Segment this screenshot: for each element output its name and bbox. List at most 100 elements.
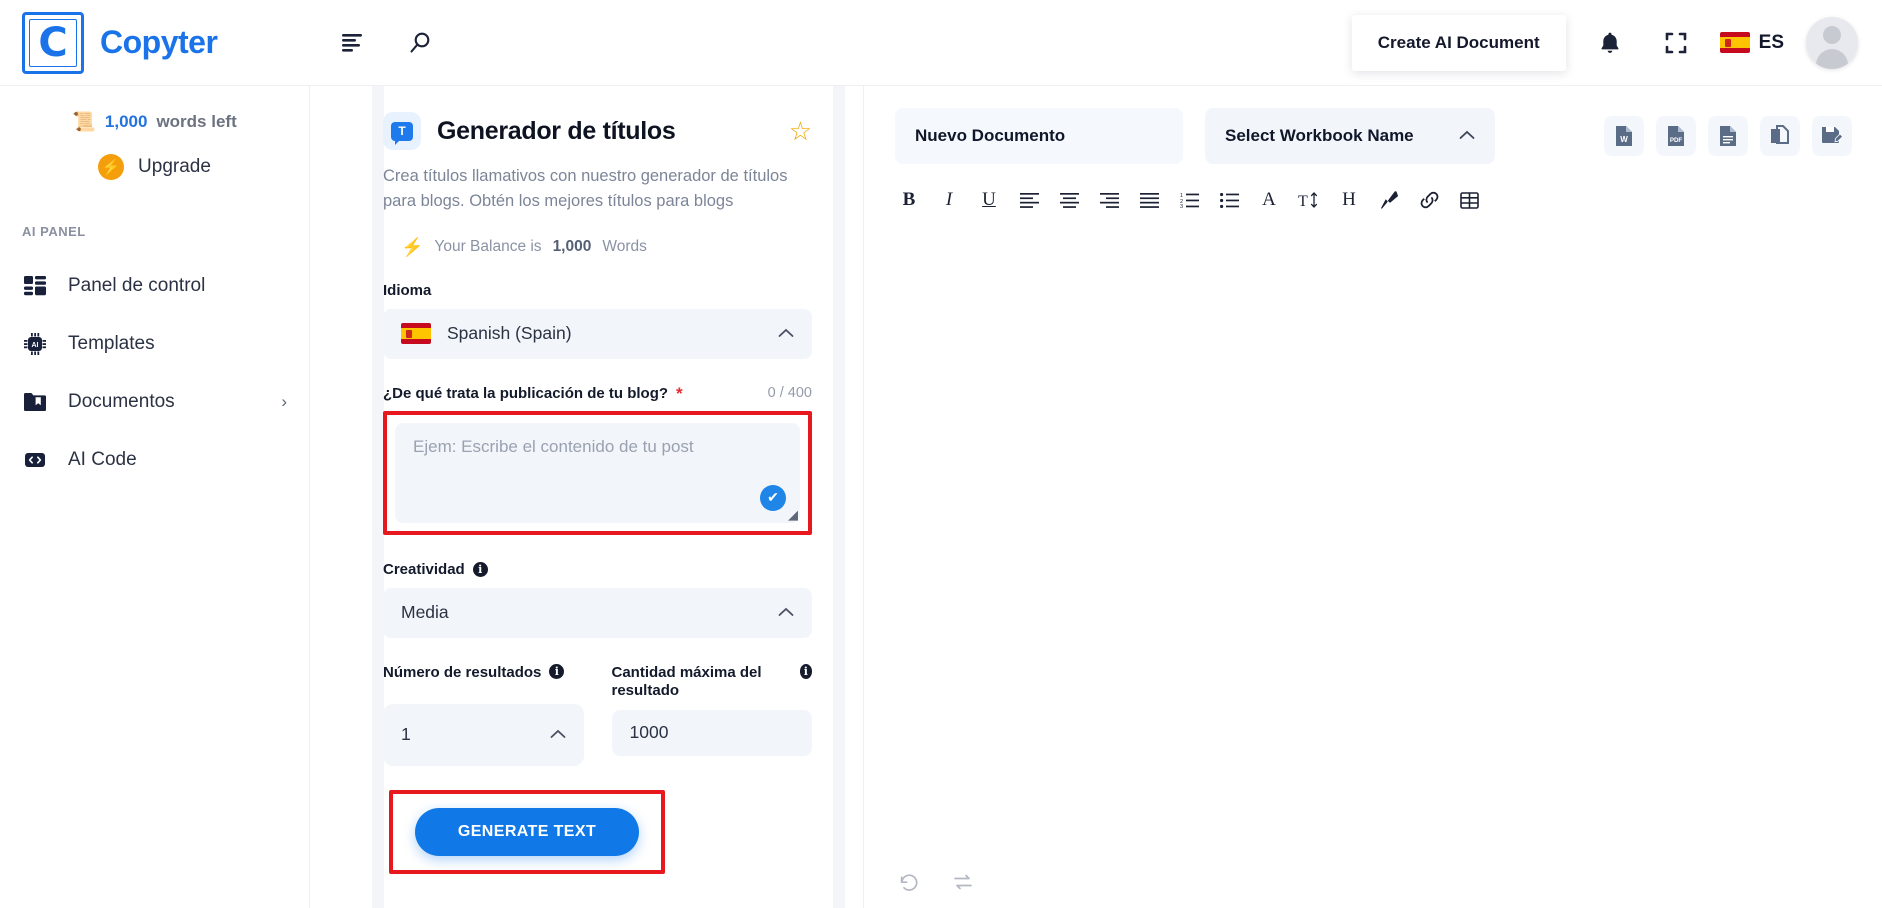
- num-results-value: 1: [401, 724, 411, 744]
- underline-icon[interactable]: U: [969, 182, 1009, 218]
- max-amount-input[interactable]: 1000: [611, 709, 812, 756]
- export-pdf-icon[interactable]: PDF: [1656, 116, 1696, 156]
- unordered-list-icon[interactable]: [1209, 182, 1249, 218]
- sidebar-nav: Panel de control AI Templates Documentos…: [0, 257, 309, 489]
- bell-icon[interactable]: [1588, 21, 1632, 65]
- align-justify-icon[interactable]: [1129, 182, 1169, 218]
- avatar[interactable]: [1806, 16, 1858, 69]
- sidebar-item-label: Templates: [68, 333, 155, 354]
- svg-text:W: W: [1620, 135, 1628, 144]
- num-results-select[interactable]: 1: [383, 703, 584, 766]
- document-editor-panel: Nuevo Documento Select Workbook Name W P…: [833, 86, 1882, 908]
- document-name-input[interactable]: Nuevo Documento: [895, 108, 1183, 164]
- undo-icon[interactable]: [895, 868, 923, 896]
- sidebar-item-templates[interactable]: AI Templates: [0, 315, 309, 373]
- create-ai-document-button[interactable]: Create AI Document: [1351, 14, 1566, 71]
- prompt-highlight-box: Ejem: Escribe el contenido de tu post ✔ …: [383, 410, 812, 535]
- prompt-char-counter: 0 / 400: [767, 385, 812, 401]
- template-form: T Generador de títulos ☆ Crea títulos ll…: [311, 86, 852, 874]
- upgrade-button[interactable]: ⚡ Upgrade: [0, 154, 309, 180]
- folder-bookmark-icon: [22, 389, 48, 415]
- creativity-select[interactable]: Media: [383, 587, 812, 638]
- copy-document-icon[interactable]: [1760, 116, 1800, 156]
- language-select[interactable]: Spanish (Spain): [383, 308, 812, 359]
- brand-mark-icon: C: [22, 11, 84, 74]
- export-word-icon[interactable]: W: [1604, 116, 1644, 156]
- prompt-label-text: ¿De qué trata la publicación de tu blog?: [383, 384, 669, 402]
- spain-flag-icon: [401, 323, 431, 344]
- ordered-list-icon[interactable]: 1 2 3: [1169, 182, 1209, 218]
- sidebar-item-label: AI Code: [68, 449, 137, 470]
- generate-text-button[interactable]: GENERATE TEXT: [415, 807, 639, 856]
- app-root: C Copyter Create AI Document ES 📜 1,000 …: [0, 0, 1882, 908]
- svg-text:PDF: PDF: [1670, 137, 1683, 144]
- brand-logo[interactable]: C Copyter: [0, 11, 310, 74]
- dashboard-icon: [22, 273, 48, 299]
- max-amount-value: 1000: [629, 722, 669, 742]
- language-selector[interactable]: ES: [1719, 31, 1784, 54]
- info-icon[interactable]: i: [799, 663, 812, 679]
- info-icon[interactable]: i: [549, 663, 565, 679]
- template-header: T Generador de títulos ☆: [383, 112, 812, 150]
- prompt-textarea[interactable]: Ejem: Escribe el contenido de tu post ✔ …: [395, 422, 800, 523]
- prompt-field-label: ¿De qué trata la publicación de tu blog?…: [383, 385, 812, 402]
- chevron-up-icon[interactable]: [778, 326, 794, 342]
- language-code: ES: [1758, 31, 1784, 53]
- top-header: C Copyter Create AI Document ES: [0, 0, 1882, 86]
- editor-content-area[interactable]: [865, 218, 1882, 818]
- balance-prefix: Your Balance is: [434, 237, 542, 255]
- ai-chip-icon: AI: [22, 331, 48, 357]
- sidebar-item-panel-de-control[interactable]: Panel de control: [0, 257, 309, 315]
- align-center-icon[interactable]: [1049, 182, 1089, 218]
- brand-name: Copyter: [100, 24, 218, 60]
- redo-icon[interactable]: [949, 868, 977, 896]
- chevron-up-icon[interactable]: [550, 727, 566, 743]
- font-size-icon[interactable]: T: [1289, 182, 1329, 218]
- bold-icon[interactable]: B: [889, 182, 929, 218]
- workbook-select[interactable]: Select Workbook Name: [1205, 108, 1495, 164]
- sidebar-item-ai-code[interactable]: AI Code: [0, 431, 309, 489]
- export-text-icon[interactable]: [1708, 116, 1748, 156]
- prompt-placeholder: Ejem: Escribe el contenido de tu post: [413, 436, 694, 456]
- num-results-field-label: Número de resultados i: [383, 663, 584, 704]
- language-select-value: Spanish (Spain): [447, 323, 572, 343]
- num-results-group: Número de resultados i 1: [383, 663, 584, 766]
- generate-highlight-box: GENERATE TEXT: [389, 789, 665, 874]
- font-family-icon[interactable]: A: [1249, 182, 1289, 218]
- check-circle-icon[interactable]: ✔: [760, 484, 786, 511]
- table-icon[interactable]: [1449, 182, 1489, 218]
- star-icon[interactable]: ☆: [789, 118, 812, 144]
- heading-icon[interactable]: H: [1329, 182, 1369, 218]
- header-left-icons: [332, 21, 442, 65]
- hamburger-icon[interactable]: [332, 21, 376, 65]
- sidebar-section-label: AI PANEL: [22, 224, 86, 239]
- save-document-icon[interactable]: [1812, 116, 1852, 156]
- search-icon[interactable]: [398, 21, 442, 65]
- resize-grip-icon[interactable]: ◢: [788, 507, 798, 523]
- info-icon[interactable]: i: [472, 561, 488, 577]
- page-title: Generador de títulos: [437, 116, 676, 145]
- spain-flag-icon: [1719, 32, 1750, 53]
- align-left-icon[interactable]: [1009, 182, 1049, 218]
- code-brackets-icon: [22, 447, 48, 473]
- max-amount-field-label: Cantidad máxima del resultado i: [612, 663, 812, 704]
- editor-scrollbar[interactable]: [833, 86, 845, 908]
- template-form-panel: T Generador de títulos ☆ Crea títulos ll…: [311, 86, 864, 908]
- workbook-select-value: Select Workbook Name: [1225, 126, 1414, 145]
- template-icon-letter: T: [391, 121, 413, 145]
- words-left-label: words left: [156, 112, 237, 131]
- fullscreen-icon[interactable]: [1654, 21, 1698, 65]
- chevron-up-icon[interactable]: [1459, 128, 1475, 144]
- sidebar-item-documentos[interactable]: Documentos ›: [0, 373, 309, 431]
- italic-icon[interactable]: I: [929, 182, 969, 218]
- creativity-field-label: Creatividad i: [383, 561, 812, 578]
- creativity-select-value: Media: [401, 602, 449, 622]
- balance-indicator: ⚡ Your Balance is 1,000 Words: [383, 238, 812, 256]
- chevron-up-icon[interactable]: [778, 605, 794, 621]
- align-right-icon[interactable]: [1089, 182, 1129, 218]
- words-left-count: 1,000: [104, 112, 148, 131]
- brush-icon[interactable]: [1369, 182, 1409, 218]
- chevron-right-icon[interactable]: ›: [281, 392, 287, 412]
- header-right-actions: Create AI Document ES: [1351, 14, 1882, 71]
- link-icon[interactable]: [1409, 182, 1449, 218]
